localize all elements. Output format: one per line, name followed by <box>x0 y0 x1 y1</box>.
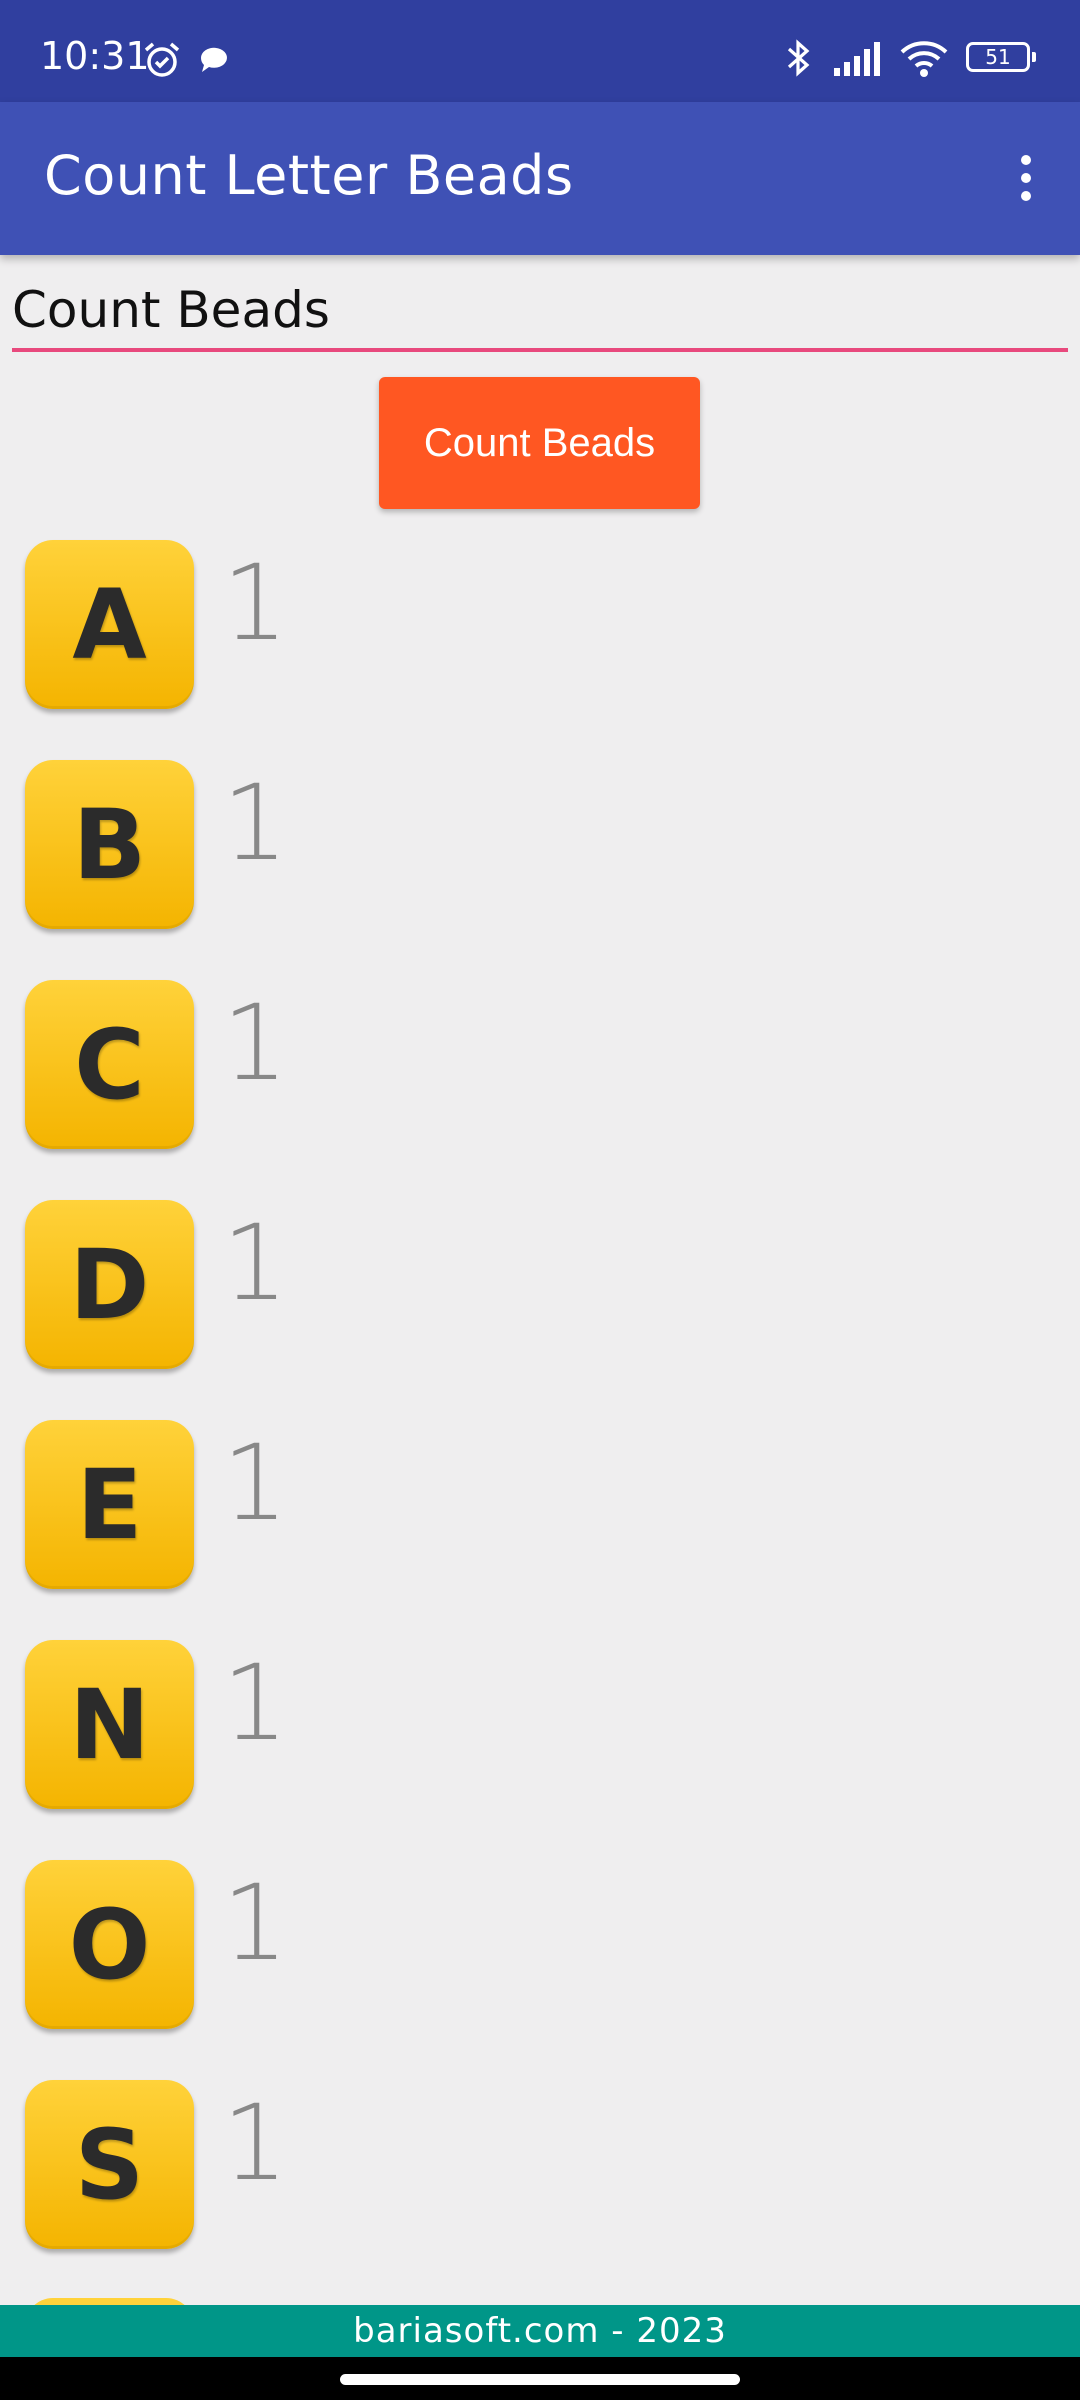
status-bar: 10:31 51 <box>0 0 1080 102</box>
bead-tile: C <box>25 980 194 1149</box>
bead-row: B 1 <box>0 756 1080 976</box>
bead-tile: A <box>25 540 194 709</box>
chat-icon <box>201 47 228 72</box>
bead-tile: O <box>25 1860 194 2029</box>
count-beads-button[interactable]: Count Beads <box>379 377 700 509</box>
bead-count: 1 <box>222 1422 289 1544</box>
overflow-menu-icon[interactable] <box>1016 152 1036 204</box>
bead-row: E 1 <box>0 1416 1080 1636</box>
bead-tile: S <box>25 2080 194 2249</box>
bead-row: O 1 <box>0 1856 1080 2076</box>
bead-tile: E <box>25 1420 194 1589</box>
text-input-wrap <box>12 272 1068 352</box>
bead-tile: D <box>25 1200 194 1369</box>
bead-count: 1 <box>222 542 289 664</box>
navigation-bar <box>0 2357 1080 2400</box>
bead-row: D 1 <box>0 1196 1080 1416</box>
wifi-icon <box>900 41 948 77</box>
battery-icon: 51 <box>966 42 1036 74</box>
status-left-icons <box>142 40 231 80</box>
bead-count: 1 <box>222 1202 289 1324</box>
bead-count: 1 <box>222 982 289 1104</box>
home-gesture-bar[interactable] <box>340 2374 740 2385</box>
bead-count: 1 <box>222 762 289 884</box>
bead-row: A 1 <box>0 536 1080 756</box>
battery-level: 51 <box>985 45 1011 69</box>
bead-row: N 1 <box>0 1636 1080 1856</box>
bead-count: 1 <box>222 1642 289 1764</box>
bead-count: 1 <box>222 1862 289 1984</box>
app-title: Count Letter Beads <box>44 144 574 207</box>
bead-tile: B <box>25 760 194 929</box>
bead-count: 1 <box>222 2082 289 2204</box>
bead-tile: N <box>25 1640 194 1809</box>
bead-list: A 1 B 1 C 1 D 1 E 1 N 1 O 1 S 1 <box>0 536 1080 2296</box>
footer-banner[interactable]: bariasoft.com - 2023 <box>0 2305 1080 2357</box>
bead-row: C 1 <box>0 976 1080 1196</box>
bead-row: S 1 <box>0 2076 1080 2296</box>
alarm-icon <box>144 42 180 77</box>
text-input[interactable] <box>12 272 1068 348</box>
app-bar: Count Letter Beads <box>0 102 1080 255</box>
status-time: 10:31 <box>40 34 150 78</box>
status-right-icons: 51 <box>783 38 1036 77</box>
bluetooth-icon <box>787 39 810 77</box>
signal-icon <box>833 42 880 76</box>
